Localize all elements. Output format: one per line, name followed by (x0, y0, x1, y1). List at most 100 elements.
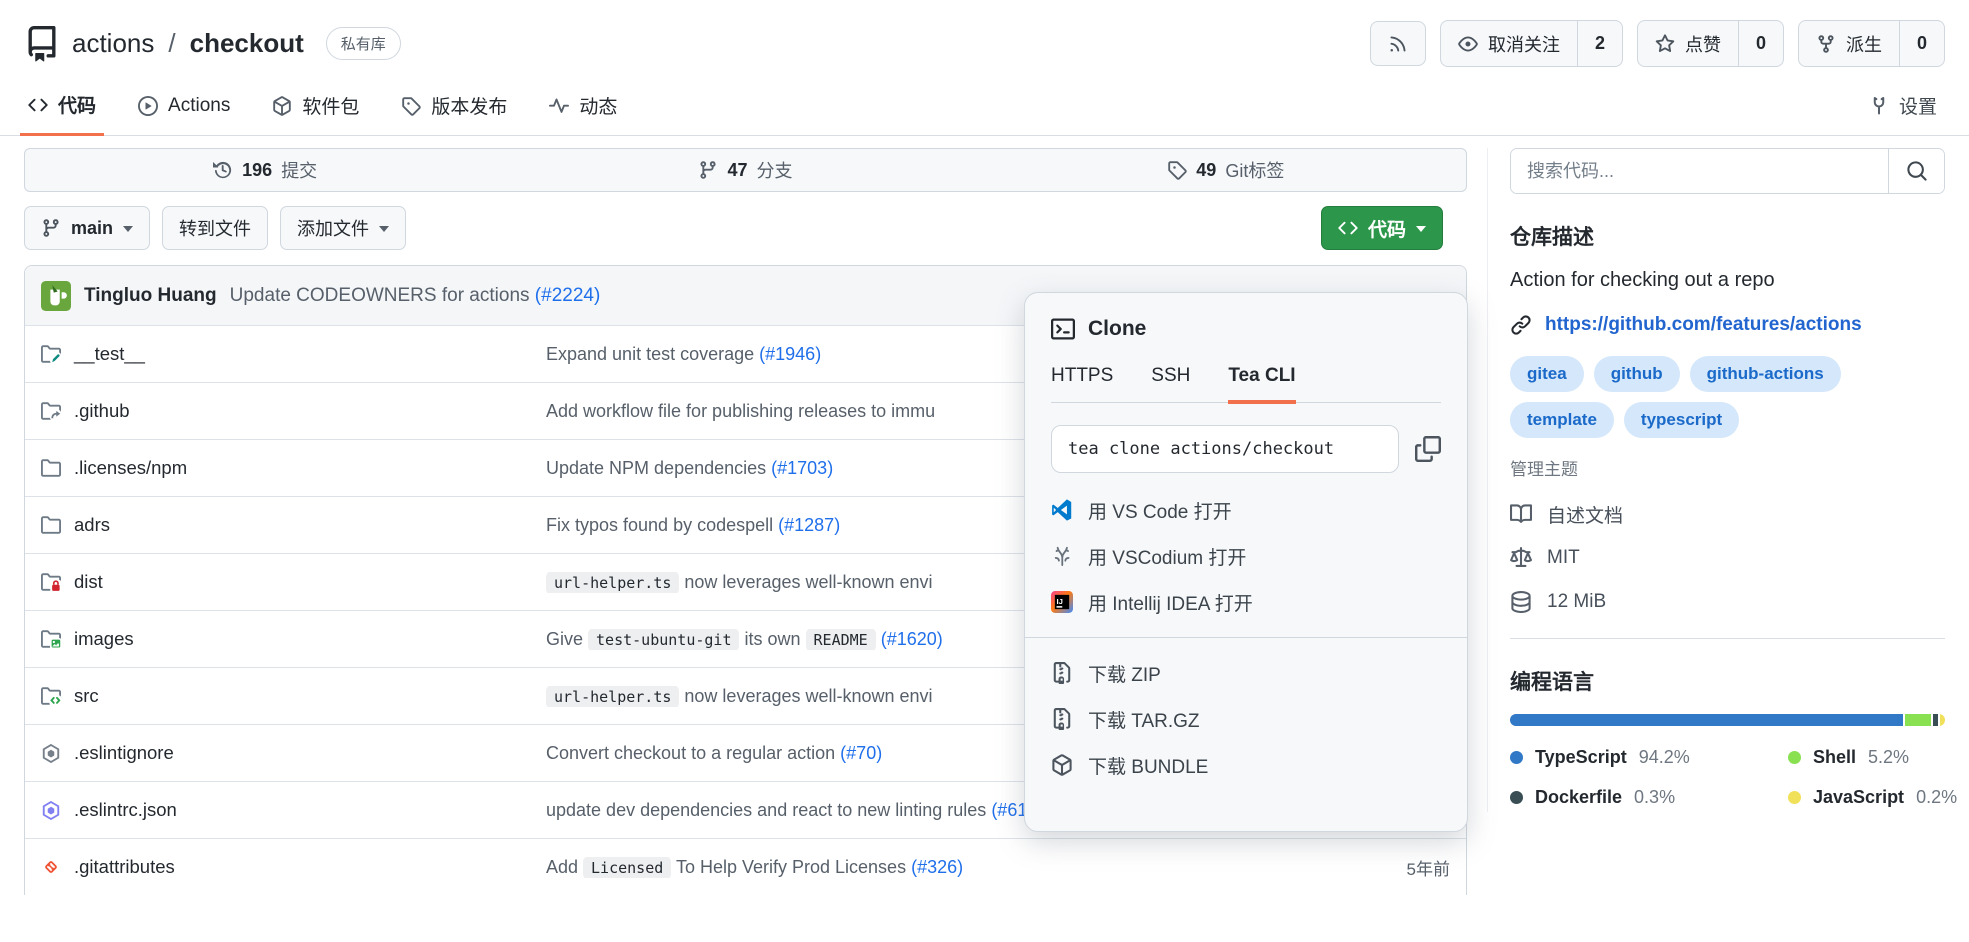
clone-menu-item[interactable]: 用 VS Code 打开 (1051, 487, 1441, 533)
topic-github-actions[interactable]: github-actions (1690, 356, 1841, 392)
issue-link[interactable]: (#326) (911, 857, 963, 877)
commit-author-link[interactable]: Tingluo Huang (84, 285, 217, 307)
meta-size: 12 MiB (1510, 580, 1945, 624)
rss-button[interactable] (1370, 21, 1426, 66)
file-row: .gitattributesAdd Licensed To Help Verif… (25, 838, 1466, 895)
clone-menu-item[interactable]: 用 VSCodium 打开 (1051, 533, 1441, 579)
issue-link[interactable]: (#1620) (881, 629, 943, 649)
watch-button-group: 取消关注 2 (1440, 20, 1623, 67)
lang-color-dot (1788, 751, 1801, 764)
stat-branches[interactable]: 47分支 (505, 157, 985, 183)
code-button-label: 代码 (1368, 215, 1406, 242)
forks-count[interactable]: 0 (1899, 21, 1944, 66)
manage-topics-link[interactable]: 管理主题 (1510, 455, 1578, 480)
repo-sidebar: 仓库描述 Action for checking out a repo http… (1487, 148, 1945, 812)
topic-typescript[interactable]: typescript (1624, 402, 1739, 438)
watchers-count[interactable]: 2 (1577, 21, 1622, 66)
clone-title: Clone (1088, 317, 1146, 341)
stars-count[interactable]: 0 (1738, 21, 1783, 66)
tab-code[interactable]: 代码 (20, 81, 104, 136)
topic-github[interactable]: github (1594, 356, 1680, 392)
issue-link[interactable]: (#70) (840, 743, 882, 763)
chevron-down-icon (1416, 226, 1426, 237)
avatar[interactable] (41, 281, 71, 311)
stat-commits[interactable]: 196提交 (25, 157, 505, 183)
file-name-link[interactable]: .licenses/npm (74, 457, 187, 479)
vscodium-icon (1051, 545, 1073, 567)
file-name-link[interactable]: dist (74, 571, 103, 593)
file-type-icon (41, 572, 61, 592)
issue-link[interactable]: (#1703) (771, 458, 833, 478)
repo-owner-link[interactable]: actions (72, 28, 154, 59)
file-type-icon (41, 401, 61, 421)
search-icon (1906, 160, 1928, 182)
topic-template[interactable]: template (1510, 402, 1614, 438)
database-icon (1510, 591, 1532, 613)
file-name-cell: .gitattributes (41, 856, 546, 878)
goto-file-button[interactable]: 转到文件 (162, 206, 268, 250)
search-button[interactable] (1888, 149, 1944, 193)
file-commit-time: 5年前 (1340, 855, 1450, 880)
fork-icon (1816, 34, 1836, 54)
file-name-link[interactable]: __test__ (74, 343, 145, 365)
file-name-link[interactable]: .github (74, 400, 130, 422)
file-name-cell: .github (41, 400, 546, 422)
lang-legend-item: JavaScript0.2% (1788, 782, 1957, 812)
meta-readme[interactable]: 自述文档 (1510, 492, 1945, 536)
file-name-cell: __test__ (41, 343, 546, 365)
file-name-link[interactable]: adrs (74, 514, 110, 536)
clone-protocol-tabs: HTTPS SSH Tea CLI (1051, 365, 1441, 403)
star-button-group: 点赞 0 (1637, 20, 1784, 67)
clone-tab-tea[interactable]: Tea CLI (1228, 365, 1295, 404)
lang-legend-item: TypeScript94.2% (1510, 742, 1788, 772)
issue-link[interactable]: (#1287) (778, 515, 840, 535)
branch-selector[interactable]: main (24, 206, 150, 250)
meta-license[interactable]: MIT (1510, 536, 1945, 580)
star-button[interactable]: 点赞 (1638, 21, 1738, 66)
clone-tab-https[interactable]: HTTPS (1051, 365, 1113, 402)
tab-packages[interactable]: 软件包 (264, 81, 367, 135)
file-name-link[interactable]: .eslintignore (74, 742, 174, 764)
clone-menu-item[interactable]: 下载 ZIP (1051, 650, 1441, 696)
file-toolbar: main 转到文件 添加文件 代码 (24, 206, 1467, 250)
code-search (1510, 148, 1945, 194)
code-chip: README (806, 629, 876, 650)
repo-name-link[interactable]: checkout (190, 28, 304, 59)
file-type-icon (41, 857, 61, 877)
repo-description: Action for checking out a repo (1510, 269, 1945, 292)
add-file-label: 添加文件 (297, 215, 369, 241)
vscode-icon (1051, 499, 1073, 521)
topic-gitea[interactable]: gitea (1510, 356, 1584, 392)
file-name-cell: .licenses/npm (41, 457, 546, 479)
clone-menu-item[interactable]: 下载 BUNDLE (1051, 742, 1441, 788)
commit-issue-link[interactable]: (#2224) (535, 285, 601, 306)
clone-tab-ssh[interactable]: SSH (1151, 365, 1190, 402)
file-name-link[interactable]: .eslintrc.json (74, 799, 177, 821)
file-name-link[interactable]: src (74, 685, 99, 707)
clone-menu-item[interactable]: IJ用 Intellij IDEA 打开 (1051, 579, 1441, 625)
tab-actions[interactable]: Actions (130, 81, 238, 135)
file-name-link[interactable]: .gitattributes (74, 856, 175, 878)
website-link[interactable]: https://github.com/features/actions (1545, 314, 1862, 336)
file-type-icon (41, 515, 61, 535)
clone-menu-item[interactable]: 下载 TAR.GZ (1051, 696, 1441, 742)
clone-command-input[interactable] (1051, 425, 1399, 473)
unwatch-button[interactable]: 取消关注 (1441, 21, 1577, 66)
copy-button[interactable] (1415, 436, 1441, 462)
code-chip: Licensed (583, 857, 671, 878)
repo-header: actions / checkout 私有库 取消关注 2 点赞 0 派生 0 (0, 0, 1969, 67)
code-download-button[interactable]: 代码 (1321, 206, 1443, 250)
wrench-icon (1869, 96, 1889, 116)
play-icon (138, 96, 158, 116)
issue-link[interactable]: (#1946) (759, 344, 821, 364)
tab-label: 代码 (58, 91, 96, 118)
tab-settings[interactable]: 设置 (1861, 81, 1945, 135)
language-bar (1510, 714, 1945, 726)
search-input[interactable] (1511, 149, 1888, 193)
fork-button[interactable]: 派生 (1799, 21, 1899, 66)
stat-tags[interactable]: 49Git标签 (986, 157, 1466, 183)
tab-releases[interactable]: 版本发布 (393, 81, 515, 135)
tab-activity[interactable]: 动态 (541, 81, 625, 135)
file-name-link[interactable]: images (74, 628, 134, 650)
add-file-button[interactable]: 添加文件 (280, 206, 406, 250)
